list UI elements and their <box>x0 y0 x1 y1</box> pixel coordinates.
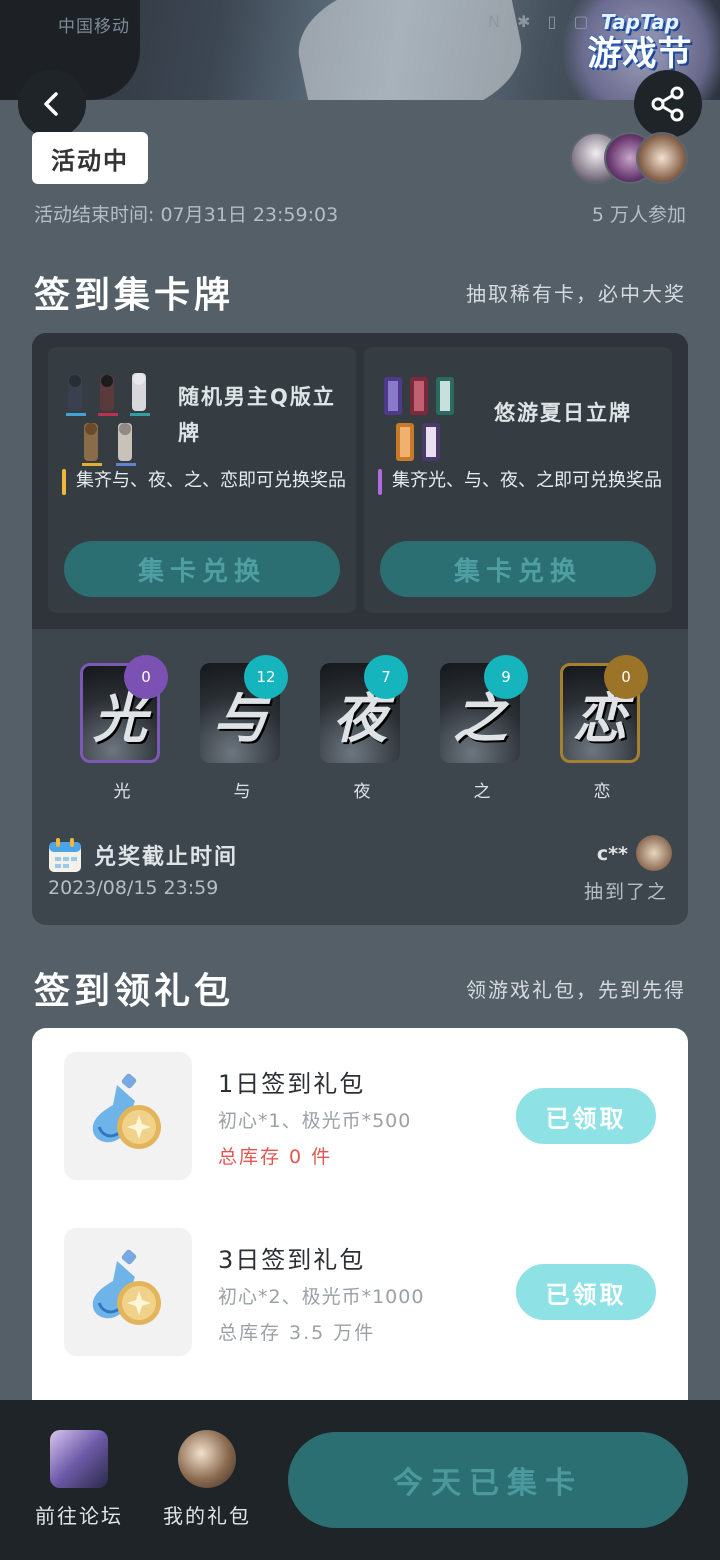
logo-festival-text: 游戏节 <box>587 34 693 74</box>
prize-name: 悠游夏日立牌 <box>494 401 632 425</box>
activity-status-chip: 活动中 <box>32 132 148 184</box>
gift-title: 1日签到礼包 <box>218 1070 366 1098</box>
redeem-cards-button[interactable]: 集卡兑换 <box>64 541 340 597</box>
activity-end-time: 活动结束时间: 07月31日 23:59:03 <box>34 204 339 226</box>
collected-today-button[interactable]: 今天已集卡 <box>288 1432 688 1528</box>
section-subtitle-cards: 抽取稀有卡，必中大奖 <box>466 282 686 306</box>
card-collection-panel: 随机男主Q版立牌 集齐与、夜、之、恋即可兑换奖品 集卡兑换 悠游夏日立牌 集齐光… <box>32 333 688 925</box>
gift-stock: 总库存 3.5 万件 <box>218 1322 376 1344</box>
gift-list-panel: 1日签到礼包 初心*1、极光币*500 总库存 0 件 已领取 3日签到礼包 初… <box>32 1028 688 1400</box>
status-carrier: 中国移动 <box>58 17 130 37</box>
chibi-standee-thumbnails <box>66 373 150 466</box>
potion-coin-icon <box>92 1249 161 1325</box>
claimed-button[interactable]: 已领取 <box>516 1264 656 1320</box>
logo-taptap-text: TapTap <box>600 10 680 34</box>
gift-item: 3日签到礼包 初心*2、极光币*1000 总库存 3.5 万件 已领取 <box>64 1228 664 1358</box>
card-lian[interactable]: 恋 0 恋 <box>560 655 648 802</box>
card-zhi[interactable]: 之 9 之 <box>440 655 528 802</box>
gift-item: 1日签到礼包 初心*1、极光币*500 总库存 0 件 已领取 <box>64 1052 664 1182</box>
winner-name: c** <box>596 843 628 865</box>
forum-label: 前往论坛 <box>35 1504 123 1528</box>
back-button[interactable] <box>18 70 86 138</box>
gift-image <box>64 1052 192 1180</box>
redeem-deadline-label: 兑奖截止时间 <box>94 845 239 870</box>
redeem-cards-button[interactable]: 集卡兑换 <box>380 541 656 597</box>
share-button[interactable] <box>634 70 702 138</box>
prize-name: 随机男主Q版立牌 <box>178 385 336 445</box>
card-count-badge: 12 <box>244 655 288 699</box>
card-label: 恋 <box>593 782 611 802</box>
redeem-deadline-date: 2023/08/15 23:59 <box>48 877 219 899</box>
calendar-icon <box>49 838 81 872</box>
card-count-badge: 0 <box>604 655 648 699</box>
gift-contents: 初心*1、极光币*500 <box>218 1110 412 1132</box>
my-gifts-button[interactable]: 我的礼包 <box>152 1430 262 1529</box>
bottom-action-bar: 前往论坛 我的礼包 今天已集卡 <box>0 1400 720 1560</box>
card-guang[interactable]: 光 0 光 <box>80 655 168 802</box>
taptap-festival-logo: TapTap 游戏节 <box>578 10 702 76</box>
header-banner: 中国移动 N ✱ ▯ ▢ 100 TapTap 游戏节 <box>0 0 720 100</box>
prize-list: 随机男主Q版立牌 集齐与、夜、之、恋即可兑换奖品 集卡兑换 悠游夏日立牌 集齐光… <box>32 333 688 629</box>
participant-avatars <box>570 132 690 186</box>
avatar <box>636 132 688 184</box>
share-icon <box>651 86 684 122</box>
chevron-left-icon <box>44 92 58 116</box>
gift-image <box>64 1228 192 1356</box>
card-label: 光 <box>113 782 131 802</box>
claimed-button[interactable]: 已领取 <box>516 1088 656 1144</box>
card-count-badge: 7 <box>364 655 408 699</box>
prize-description: 集齐光、与、夜、之即可兑换奖品 <box>378 467 666 495</box>
card-ye[interactable]: 夜 7 夜 <box>320 655 408 802</box>
section-title-cards: 签到集卡牌 <box>34 275 235 316</box>
my-gifts-label: 我的礼包 <box>163 1504 251 1528</box>
avatar <box>636 835 672 871</box>
collected-cards-row: 光 0 光 与 12 与 夜 7 夜 之 9 之 恋 0 恋 <box>32 655 688 803</box>
gift-stock: 总库存 0 件 <box>218 1146 333 1168</box>
card-label: 之 <box>473 782 491 802</box>
section-title-gifts: 签到领礼包 <box>34 971 235 1012</box>
summer-standee-thumbnails <box>384 377 454 461</box>
gift-contents: 初心*2、极光币*1000 <box>218 1286 425 1308</box>
participant-count: 5 万人参加 <box>591 204 686 226</box>
gift-title: 3日签到礼包 <box>218 1246 366 1274</box>
card-count-badge: 0 <box>124 655 168 699</box>
card-label: 与 <box>233 782 251 802</box>
prize-card: 悠游夏日立牌 集齐光、与、夜、之即可兑换奖品 集卡兑换 <box>364 347 672 613</box>
section-subtitle-gifts: 领游戏礼包，先到先得 <box>466 978 686 1002</box>
forum-icon <box>50 1430 108 1488</box>
card-label: 夜 <box>353 782 371 802</box>
card-count-badge: 9 <box>484 655 528 699</box>
prize-description: 集齐与、夜、之、恋即可兑换奖品 <box>62 467 350 495</box>
potion-coin-icon <box>92 1073 161 1149</box>
prize-card: 随机男主Q版立牌 集齐与、夜、之、恋即可兑换奖品 集卡兑换 <box>48 347 356 613</box>
gift-box-icon <box>178 1430 236 1488</box>
go-to-forum-button[interactable]: 前往论坛 <box>24 1430 134 1529</box>
winner-result: 抽到了之 <box>583 881 668 903</box>
card-yu[interactable]: 与 12 与 <box>200 655 288 802</box>
